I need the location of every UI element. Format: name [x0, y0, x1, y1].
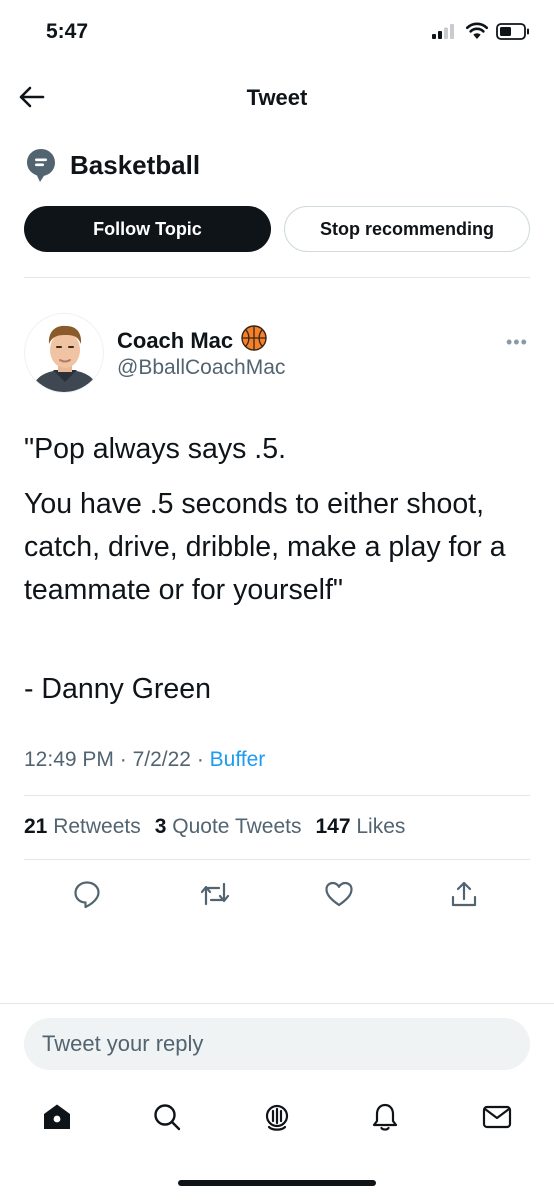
page-title: Tweet [246, 85, 308, 110]
divider [24, 277, 530, 278]
status-icons [432, 22, 530, 40]
signal-icon [432, 24, 454, 39]
retweet-button[interactable] [198, 877, 232, 911]
home-indicator [178, 1180, 376, 1186]
avatar[interactable] [24, 313, 104, 393]
more-options-icon[interactable]: ••• [506, 332, 528, 353]
status-time: 5:47 [46, 20, 89, 43]
nav-messages[interactable] [480, 1100, 514, 1134]
divider [24, 795, 530, 796]
spaces-icon [265, 1104, 289, 1131]
home-icon [44, 1104, 70, 1129]
topic-name: Basketball [70, 150, 201, 180]
nav-notifications[interactable] [368, 1100, 402, 1134]
divider [0, 1003, 554, 1004]
wifi-icon [465, 22, 489, 39]
reply-button[interactable] [70, 877, 104, 911]
stop-recommending-button[interactable]: Stop recommending [284, 206, 530, 252]
divider [24, 859, 530, 860]
nav-search[interactable] [150, 1100, 184, 1134]
nav-spaces[interactable] [260, 1100, 294, 1134]
topic-icon [26, 148, 56, 189]
retweets-count: 21 [24, 815, 48, 838]
retweet-icon [200, 882, 230, 906]
tweet-text-line-1: "Pop always says .5. [24, 433, 286, 465]
quote-tweets-count: 3 [154, 815, 167, 838]
mail-icon [482, 1105, 512, 1129]
share-icon [451, 881, 477, 907]
meta-separator: · [196, 748, 204, 771]
meta-separator: · [119, 748, 127, 771]
author-display-name: Coach Mac [117, 328, 234, 353]
likes-label: Likes [356, 815, 406, 838]
share-button[interactable] [447, 877, 481, 911]
bell-icon [372, 1103, 398, 1131]
author-handle[interactable]: @BballCoachMac [117, 356, 285, 380]
reply-icon [74, 881, 100, 909]
likes-stat[interactable]: 147 Likes [315, 815, 405, 839]
search-icon [154, 1104, 181, 1131]
quote-tweets-label: Quote Tweets [172, 815, 302, 838]
tweet-stats: 21 Retweets 3 Quote Tweets 147 Likes [24, 815, 405, 839]
retweets-stat[interactable]: 21 Retweets [24, 815, 141, 839]
tweet-date: 7/2/22 [132, 748, 191, 771]
likes-count: 147 [315, 815, 351, 838]
heart-icon [325, 881, 353, 907]
reply-input[interactable]: Tweet your reply [24, 1018, 530, 1070]
author-name[interactable]: Coach Mac [117, 325, 267, 357]
tweet-meta: 12:49 PM · 7/2/22 · Buffer [24, 748, 265, 772]
tweet-time: 12:49 PM [24, 748, 114, 771]
quote-tweets-stat[interactable]: 3 Quote Tweets [155, 815, 302, 839]
nav-home[interactable] [40, 1100, 74, 1134]
basketball-icon [241, 325, 267, 357]
tweet-text-line-2: You have .5 seconds to either shoot, cat… [24, 488, 506, 606]
retweets-label: Retweets [53, 815, 141, 838]
battery-icon [496, 22, 529, 40]
like-button[interactable] [322, 877, 356, 911]
tweet-text-line-3: - Danny Green [24, 673, 211, 705]
follow-topic-button[interactable]: Follow Topic [24, 206, 271, 252]
tweet-source-link[interactable]: Buffer [210, 748, 266, 771]
